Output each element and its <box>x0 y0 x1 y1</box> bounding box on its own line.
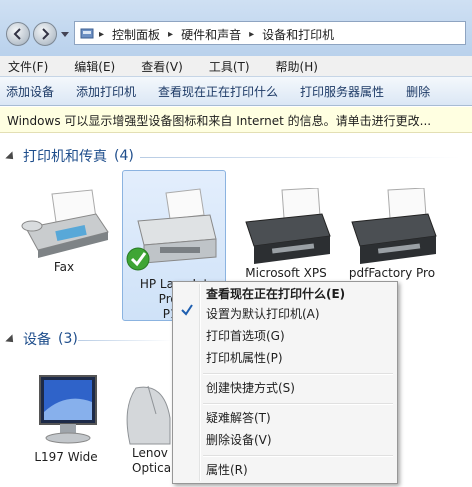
group-title: 打印机和传真 <box>23 149 107 165</box>
device-l197-wide[interactable]: L197 Wide <box>14 372 118 465</box>
device-label: Microsoft XPS <box>245 266 327 280</box>
group-count: (4) <box>114 148 134 164</box>
device-label: pdfFactory Pro <box>348 266 436 280</box>
menu-item-create-shortcut[interactable]: 创建快捷方式(S) <box>206 378 393 398</box>
menu-edit[interactable]: 编辑(E) <box>70 58 119 75</box>
chevron-right-icon[interactable]: ▸ <box>99 29 104 40</box>
device-label-line-1: Lenov <box>132 446 168 460</box>
collapse-triangle-icon[interactable] <box>5 334 17 346</box>
menu-separator <box>203 373 393 375</box>
breadcrumb-control-panel[interactable]: 控制面板 <box>112 26 160 43</box>
menu-file[interactable]: 文件(F) <box>4 58 52 75</box>
print-server-properties-button[interactable]: 打印服务器属性 <box>300 83 384 100</box>
printers-group-header[interactable]: 打印机和传真 (4) <box>5 146 134 166</box>
menu-item-properties[interactable]: 属性(R) <box>206 460 393 480</box>
group-count: (3) <box>58 331 78 347</box>
devices-group-header[interactable]: 设备 (3) <box>5 329 78 349</box>
group-divider <box>140 157 460 158</box>
arrow-left-icon <box>13 28 21 40</box>
address-field[interactable]: ▸ 控制面板 ▸ 硬件和声音 ▸ 设备和打印机 <box>74 21 466 45</box>
device-label: L197 Wide <box>34 450 98 464</box>
monitor-icon <box>39 375 97 444</box>
forward-button[interactable] <box>33 22 57 46</box>
chevron-right-icon[interactable]: ▸ <box>249 29 254 40</box>
device-lenovo-mouse[interactable]: Lenov Optica <box>112 378 172 476</box>
printer-icon <box>245 188 331 264</box>
address-bar-area: ▸ 控制面板 ▸ 硬件和声音 ▸ 设备和打印机 <box>0 0 472 57</box>
fax-icon <box>21 189 109 258</box>
menu-item-troubleshoot[interactable]: 疑难解答(T) <box>206 408 393 428</box>
menu-separator <box>203 403 393 405</box>
menu-item-printer-properties[interactable]: 打印机属性(P) <box>206 348 393 368</box>
menu-help[interactable]: 帮助(H) <box>272 58 322 75</box>
group-divider <box>78 340 172 341</box>
menu-bar: 文件(F) 编辑(E) 查看(V) 工具(T) 帮助(H) <box>0 56 472 76</box>
chevron-right-icon[interactable]: ▸ <box>168 29 173 40</box>
printer-icon <box>351 188 437 264</box>
menu-item-printing-preferences[interactable]: 打印首选项(G) <box>206 326 393 346</box>
breadcrumb-hardware-sound[interactable]: 硬件和声音 <box>181 26 241 43</box>
menu-gutter <box>199 284 201 481</box>
printer-icon <box>126 188 217 271</box>
menu-tools[interactable]: 工具(T) <box>205 58 254 75</box>
menu-item-remove-device[interactable]: 删除设备(V) <box>206 430 393 450</box>
back-button[interactable] <box>6 22 30 46</box>
history-dropdown-icon[interactable] <box>61 30 69 38</box>
add-printer-button[interactable]: 添加打印机 <box>76 83 136 100</box>
context-menu: 查看现在正在打印什么(E) 设置为默认打印机(A) 打印首选项(G) 打印机属性… <box>172 281 398 484</box>
mouse-icon <box>126 385 171 445</box>
remove-device-button[interactable]: 删除 <box>406 83 430 100</box>
menu-separator <box>203 455 393 457</box>
device-pdffactory-pro[interactable]: pdfFactory Pro <box>340 188 444 281</box>
device-microsoft-xps[interactable]: Microsoft XPS <box>234 188 338 281</box>
command-toolbar: 添加设备 添加打印机 查看现在正在打印什么 打印服务器属性 删除 <box>0 76 472 106</box>
menu-view[interactable]: 查看(V) <box>137 58 187 75</box>
checkmark-icon <box>181 304 193 316</box>
menu-item-set-default[interactable]: 设置为默认打印机(A) <box>206 304 393 324</box>
see-whats-printing-button[interactable]: 查看现在正在打印什么 <box>158 83 278 100</box>
info-bar[interactable]: Windows 可以显示增强型设备图标和来自 Internet 的信息。请单击进… <box>0 107 472 133</box>
add-device-button[interactable]: 添加设备 <box>6 83 54 100</box>
group-title: 设备 <box>23 332 51 348</box>
collapse-triangle-icon[interactable] <box>5 151 17 163</box>
device-fax[interactable]: Fax <box>12 188 116 275</box>
control-panel-icon <box>80 28 94 39</box>
breadcrumb-devices-printers[interactable]: 设备和打印机 <box>262 26 334 43</box>
device-label-line-2: Optica <box>132 461 172 475</box>
arrow-right-icon <box>42 28 50 40</box>
menu-item-see-printing[interactable]: 查看现在正在打印什么(E) <box>206 284 393 304</box>
device-label: Fax <box>53 260 75 274</box>
